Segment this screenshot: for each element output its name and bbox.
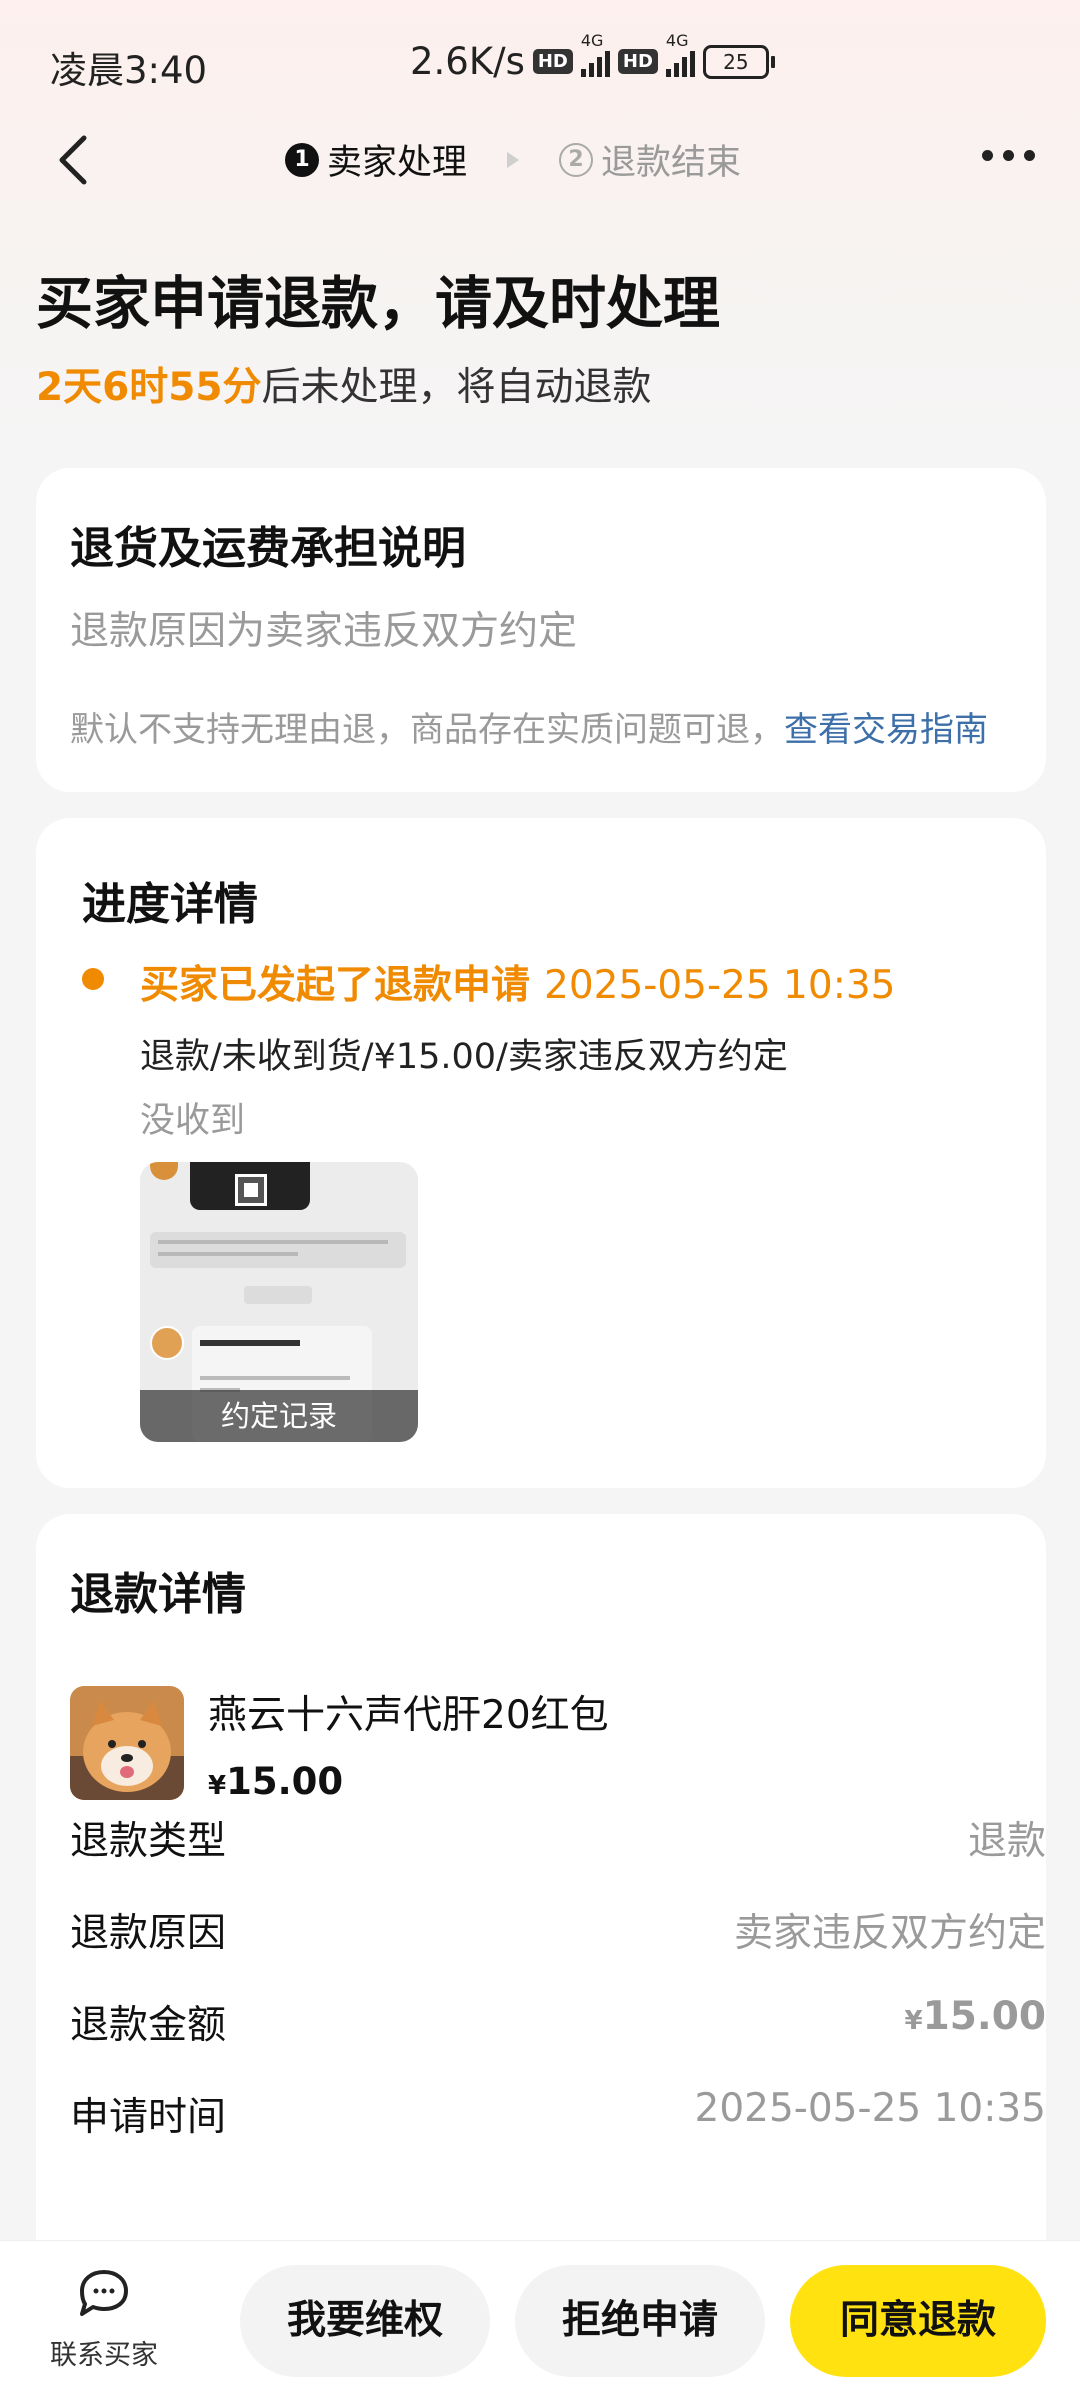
more-options-icon[interactable] <box>982 150 1035 161</box>
back-arrow-icon[interactable] <box>48 130 108 190</box>
timeline-event-time: 2025-05-25 10:35 <box>544 963 896 1008</box>
timeline-note: 没收到 <box>140 1101 246 1141</box>
claim-rights-button[interactable]: 我要维权 <box>240 2265 490 2377</box>
step1-label: 卖家处理 <box>327 143 468 183</box>
status-bar: 凌晨3:40 2.6K/s HD 4G HD 4G 25 <box>0 0 1080 120</box>
progress-title: 进度详情 <box>82 879 258 930</box>
policy-reason: 退款原因为卖家违反双方约定 <box>70 609 578 654</box>
trade-guide-link[interactable]: 查看交易指南 <box>784 710 988 750</box>
row-label: 退款类型 <box>70 1819 227 1864</box>
row-value: 2025-05-25 10:35 <box>694 2086 1046 2131</box>
product-image[interactable] <box>70 1686 184 1800</box>
agreement-record-thumbnail[interactable]: 约定记录 <box>140 1162 418 1442</box>
signal-icon: 4G <box>665 31 695 77</box>
status-indicators: 2.6K/s HD 4G HD 4G 25 <box>410 31 775 83</box>
thumbnail-caption: 约定记录 <box>140 1390 418 1442</box>
product-name: 燕云十六声代肝20红包 <box>208 1693 609 1738</box>
row-label: 退款金额 <box>70 2003 227 2048</box>
hd-icon: HD <box>617 49 658 74</box>
battery-level: 25 <box>702 44 769 79</box>
qr-code-icon <box>235 1174 267 1206</box>
reject-request-button[interactable]: 拒绝申请 <box>515 2265 765 2377</box>
status-time: 凌晨3:40 <box>50 49 208 92</box>
refund-page: 凌晨3:40 2.6K/s HD 4G HD 4G 25 1 卖家处理 2 退款… <box>0 0 1080 2400</box>
product-price: ¥15.00 <box>208 1760 344 1803</box>
bottom-action-bar: 联系买家 我要维权 拒绝申请 同意退款 <box>0 2240 1080 2400</box>
row-value: ¥15.00 <box>904 1994 1046 2039</box>
progress-card: 进度详情 买家已发起了退款申请 2025-05-25 10:35 退款/未收到货/… <box>36 818 1046 1488</box>
countdown-timer: 2天6时55分 <box>36 365 262 410</box>
agree-refund-button[interactable]: 同意退款 <box>790 2265 1046 2377</box>
policy-card: 退货及运费承担说明 退款原因为卖家违反双方约定 默认不支持无理由退，商品存在实质… <box>36 468 1046 792</box>
step-arrow-icon <box>507 151 520 168</box>
step1-number: 1 <box>285 142 319 177</box>
timeline-dot-icon <box>82 968 104 990</box>
policy-title: 退货及运费承担说明 <box>70 523 466 574</box>
row-label: 退款原因 <box>70 1911 227 1956</box>
signal-icon: 4G <box>580 31 610 77</box>
chat-icon <box>80 2270 128 2316</box>
policy-note-text: 默认不支持无理由退，商品存在实质问题可退， <box>70 710 784 750</box>
timeline-event-title: 买家已发起了退款申请 <box>140 963 531 1008</box>
page-title: 买家申请退款，请及时处理 <box>36 271 720 337</box>
timeline-detail: 退款/未收到货/¥15.00/卖家违反双方约定 <box>140 1037 788 1077</box>
battery-icon: 25 <box>702 44 775 79</box>
step2-number: 2 <box>559 142 594 177</box>
countdown-suffix: 后未处理，将自动退款 <box>261 365 652 410</box>
avatar <box>150 1326 184 1360</box>
contact-buyer-button[interactable]: 联系买家 <box>30 2267 178 2372</box>
refund-amount-row: 退款金额 ¥15.00 <box>70 1994 1046 2054</box>
refund-reason-row: 退款原因 卖家违反双方约定 <box>70 1902 1046 1962</box>
apply-time-row: 申请时间 2025-05-25 10:35 <box>70 2086 1046 2146</box>
row-value: 卖家违反双方约定 <box>733 1911 1046 1956</box>
top-nav: 1 卖家处理 2 退款结束 <box>0 120 1080 200</box>
timeline-event: 买家已发起了退款申请 2025-05-25 10:35 <box>140 954 895 1010</box>
progress-steps: 1 卖家处理 2 退款结束 <box>285 134 741 185</box>
row-value: 退款 <box>967 1819 1046 1864</box>
countdown-line: 2天6时55分后未处理，将自动退款 <box>36 356 652 412</box>
refund-type-row: 退款类型 退款 <box>70 1810 1046 1870</box>
refund-detail-title: 退款详情 <box>70 1569 246 1620</box>
contact-buyer-label: 联系买家 <box>50 2340 158 2371</box>
network-speed: 2.6K/s <box>410 40 525 83</box>
row-label: 申请时间 <box>70 2095 227 2140</box>
hd-icon: HD <box>532 49 573 74</box>
policy-note: 默认不支持无理由退，商品存在实质问题可退，查看交易指南 <box>70 702 988 751</box>
step2-label: 退款结束 <box>601 143 742 183</box>
